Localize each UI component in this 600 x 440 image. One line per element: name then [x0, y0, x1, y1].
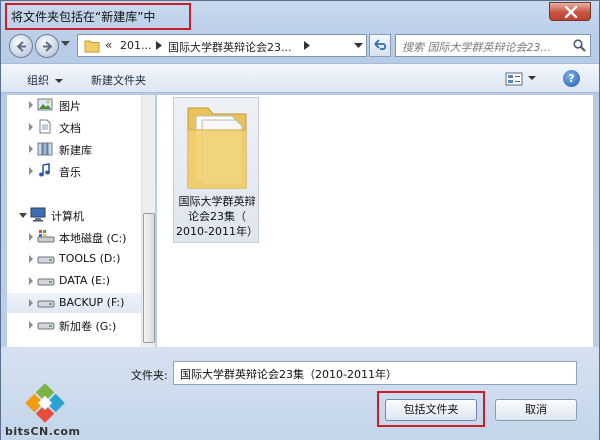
dialog-window: 将文件夹包括在“新建库”中 « 201... 国际大学群英辩论会23... 搜索… — [0, 0, 600, 440]
drive-icon — [37, 300, 55, 308]
chevron-right-icon[interactable] — [156, 41, 162, 50]
view-dropdown-icon[interactable] — [528, 76, 536, 80]
drive-icon — [37, 256, 55, 264]
tree-item-computer[interactable]: 计算机 — [7, 205, 147, 225]
tree-item-music[interactable]: 音乐 — [7, 161, 147, 181]
folder-label-line: 国际大学群英辩 — [178, 195, 256, 208]
organize-label: 组织 — [27, 74, 49, 87]
arrow-left-icon — [16, 41, 26, 52]
system-drive-icon — [37, 230, 55, 243]
chevron-down-icon[interactable] — [354, 43, 363, 49]
folder-field[interactable]: 国际大学群英辩论会23集（2010-2011年） — [173, 361, 577, 385]
tree-label: 图片 — [59, 100, 81, 113]
address-overflow-chevron[interactable]: « — [105, 38, 112, 52]
collapse-arrow-icon[interactable] — [19, 213, 27, 218]
expand-arrow-icon[interactable] — [29, 167, 33, 175]
file-list-pane: 国际大学群英辩 论会23集（ 2010-2011年） — [157, 95, 593, 347]
pictures-library-icon — [37, 98, 53, 111]
expand-arrow-icon[interactable] — [29, 123, 33, 131]
tree-item-drive-c[interactable]: 本地磁盘 (C:) — [7, 227, 147, 247]
tree-item-drive-f[interactable]: BACKUP (F:) — [7, 293, 147, 313]
nav-pane-scrollbar[interactable] — [141, 95, 155, 347]
tree-label: 新建库 — [59, 144, 92, 157]
recent-pages-dropdown-icon[interactable] — [61, 41, 70, 47]
refresh-icon — [374, 39, 387, 50]
search-placeholder: 搜索 国际大学群英辩论会23... — [402, 41, 551, 54]
include-folder-button[interactable]: 包括文件夹 — [385, 399, 477, 421]
chevron-down-icon — [55, 79, 63, 83]
watermark-text: bitsCN.com — [5, 425, 81, 438]
view-options-icon[interactable] — [505, 72, 523, 86]
tree-item-drive-e[interactable]: DATA (E:) — [7, 271, 147, 291]
drive-icon — [37, 322, 55, 330]
chevron-right-icon[interactable] — [304, 41, 310, 50]
address-segment-year[interactable]: 201... — [120, 39, 152, 52]
close-icon — [564, 6, 578, 18]
tree-item-pictures[interactable]: 图片 — [7, 95, 147, 115]
close-button[interactable] — [549, 2, 591, 21]
search-icon[interactable] — [573, 39, 586, 52]
title-bar[interactable]: 将文件夹包括在“新建库”中 — [1, 1, 599, 31]
navigation-row: « 201... 国际大学群英辩论会23... 搜索 国际大学群英辩论会23..… — [1, 31, 599, 61]
navigation-pane: 图片 文档 新建库 音乐 计算机 本地磁盘 (C:) TOOLS (D:) DA… — [7, 95, 155, 347]
folder-label-line: 2010-2011年） — [176, 225, 258, 238]
command-toolbar: 组织 新建文件夹 ? — [1, 63, 599, 93]
tree-label: 本地磁盘 (C:) — [59, 232, 127, 245]
expand-arrow-icon[interactable] — [29, 233, 33, 241]
computer-icon — [30, 207, 46, 222]
forward-button[interactable] — [35, 34, 59, 58]
tree-label: 文档 — [59, 122, 81, 135]
folder-item-label: 国际大学群英辩 论会23集（ 2010-2011年） — [176, 194, 258, 239]
watermark-logo: bitsCN.com — [1, 381, 97, 440]
new-folder-button[interactable]: 新建文件夹 — [91, 72, 146, 88]
tree-label: 新加卷 (G:) — [59, 320, 117, 333]
expand-arrow-icon[interactable] — [29, 277, 33, 285]
drive-icon — [37, 278, 55, 286]
help-button[interactable]: ? — [563, 70, 580, 87]
tree-item-drive-g[interactable]: 新加卷 (G:) — [7, 315, 147, 335]
new-library-icon — [37, 142, 53, 156]
folder-field-label: 文件夹: — [131, 369, 168, 382]
expand-arrow-icon[interactable] — [29, 299, 33, 307]
back-button[interactable] — [9, 34, 33, 58]
expand-arrow-icon[interactable] — [29, 321, 33, 329]
search-input[interactable]: 搜索 国际大学群英辩论会23... — [395, 34, 591, 57]
tree-label: DATA (E:) — [59, 274, 111, 287]
arrow-right-icon — [43, 41, 53, 52]
refresh-button[interactable] — [369, 34, 391, 57]
expand-arrow-icon[interactable] — [29, 145, 33, 153]
tree-item-documents[interactable]: 文档 — [7, 117, 147, 137]
address-bar[interactable]: « 201... 国际大学群英辩论会23... — [77, 34, 367, 57]
music-library-icon — [39, 163, 50, 177]
folder-item[interactable]: 国际大学群英辩 论会23集（ 2010-2011年） — [173, 97, 259, 243]
organize-menu[interactable]: 组织 — [27, 72, 63, 88]
cancel-button[interactable]: 取消 — [495, 399, 577, 421]
folder-icon — [84, 40, 100, 53]
documents-library-icon — [39, 119, 51, 134]
tree-label: TOOLS (D:) — [59, 252, 121, 265]
scrollbar-thumb[interactable] — [143, 213, 155, 343]
window-title: 将文件夹包括在“新建库”中 — [11, 10, 156, 24]
folder-icon — [187, 107, 247, 189]
address-segment-folder[interactable]: 国际大学群英辩论会23... — [168, 39, 292, 55]
tree-label: 计算机 — [51, 210, 84, 223]
tree-label: BACKUP (F:) — [59, 296, 125, 309]
tree-label: 音乐 — [59, 166, 81, 179]
expand-arrow-icon[interactable] — [29, 255, 33, 263]
folder-label-line: 论会23集（ — [188, 210, 246, 223]
bitscn-logo-icon — [25, 383, 65, 423]
tree-item-drive-d[interactable]: TOOLS (D:) — [7, 249, 147, 269]
expand-arrow-icon[interactable] — [29, 101, 33, 109]
tree-item-new-library[interactable]: 新建库 — [7, 139, 147, 159]
